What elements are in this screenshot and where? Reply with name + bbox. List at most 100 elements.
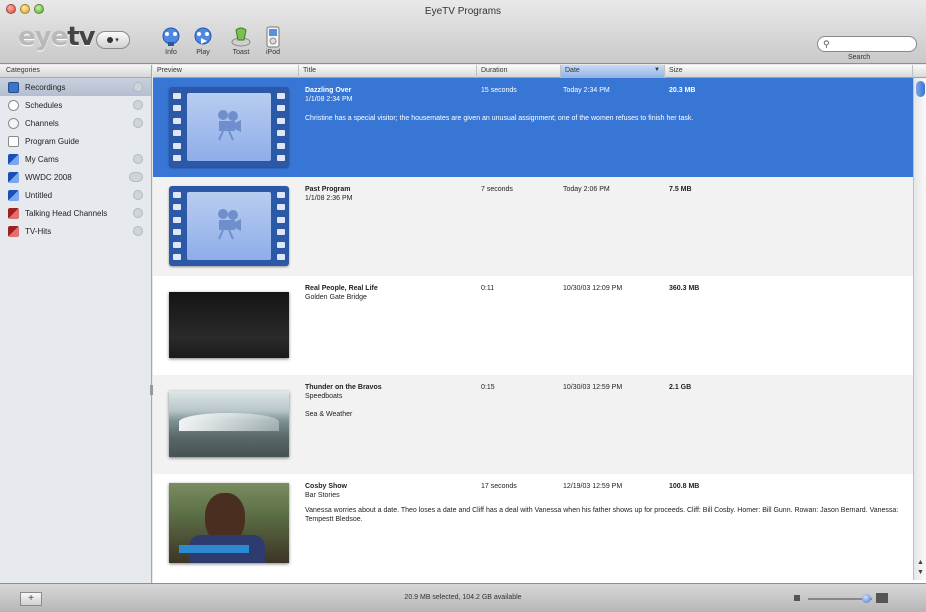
recording-size: 7.5 MB [669, 186, 692, 193]
recording-title: Cosby Show [305, 483, 348, 490]
vertical-scrollbar[interactable]: ▲ ▼ [913, 78, 926, 580]
sidebar-item-schedules[interactable]: Schedules [0, 96, 151, 114]
movie-camera-icon [218, 110, 241, 141]
recording-duration: 15 seconds [481, 87, 517, 94]
eyetv-logo: eyetv [18, 22, 96, 52]
recording-title: Dazzling Over [305, 87, 352, 94]
column-header-date[interactable]: Date ▼ [561, 65, 665, 78]
count-badge [133, 208, 143, 218]
count-badge [133, 118, 143, 128]
sidebar-item-talking-head-channels[interactable]: Talking Head Channels [0, 204, 151, 222]
recording-thumbnail [169, 391, 289, 457]
recording-description: Christine has a special visitor; the hou… [305, 115, 694, 122]
movie-camera-icon [218, 209, 241, 240]
small-thumbnail-icon [794, 595, 800, 601]
count-badge [133, 190, 143, 200]
info-icon [162, 27, 180, 46]
recording-size: 360.3 MB [669, 285, 700, 292]
column-header-duration[interactable]: Duration [477, 65, 561, 78]
playlist-icon [8, 153, 19, 165]
ipod-icon [266, 26, 280, 48]
count-badge [133, 82, 143, 92]
search-label: Search [848, 54, 871, 61]
list-header: Preview Title Duration Date ▼ Size [153, 65, 926, 78]
sidebar-item-tv-hits[interactable]: TV-Hits [0, 222, 151, 240]
count-badge [133, 154, 143, 164]
sidebar-header: Categories [0, 65, 151, 78]
recording-date: 10/30/03 12:09 PM [563, 285, 623, 292]
recording-date: 12/19/03 12:59 PM [563, 483, 623, 490]
window-title: EyeTV Programs [424, 6, 502, 17]
recording-duration: 17 seconds [481, 483, 517, 490]
search-field[interactable]: ⚲ [817, 36, 917, 52]
info-button[interactable]: Info [156, 26, 186, 56]
recording-duration: 0:11 [481, 285, 495, 292]
recording-row[interactable]: Thunder on the Bravos Speedboats Sea & W… [153, 375, 913, 474]
recording-date: 10/30/03 12:59 PM [563, 384, 623, 391]
count-badge [129, 172, 143, 182]
column-header-preview[interactable]: Preview [153, 65, 299, 78]
sidebar: Categories Recordings Schedules Channels… [0, 65, 153, 583]
play-icon [194, 27, 212, 45]
sort-descending-icon: ▼ [654, 67, 660, 73]
column-header-size[interactable]: Size [665, 65, 913, 78]
recording-subtitle: Speedboats [305, 393, 343, 400]
column-header-title[interactable]: Title [299, 65, 477, 78]
scroll-arrows-icon[interactable]: ▲ ▼ [915, 558, 926, 578]
recording-thumbnail [169, 186, 289, 266]
recording-date: Today 2:34 PM [563, 87, 610, 94]
recording-subtitle: Bar Stories [305, 492, 340, 499]
thumbnail-size-slider[interactable] [794, 593, 904, 604]
recording-subtitle: 1/1/08 2:36 PM [305, 195, 353, 202]
sidebar-item-wwdc-2008[interactable]: WWDC 2008 [0, 168, 151, 186]
recording-duration: 0:15 [481, 384, 495, 391]
remote-button[interactable]: ▾ [96, 31, 130, 49]
large-thumbnail-icon [876, 593, 888, 603]
playlist-icon [8, 171, 19, 183]
recording-size: 2.1 GB [669, 384, 692, 391]
recording-size: 20.3 MB [669, 87, 696, 94]
recording-row[interactable]: Dazzling Over 1/1/08 2:34 PM 15 seconds … [153, 78, 913, 177]
smart-playlist-icon [8, 207, 19, 219]
sidebar-item-program-guide[interactable]: Program Guide [0, 132, 151, 150]
toast-button[interactable]: Toast [226, 26, 256, 56]
sidebar-item-recordings[interactable]: Recordings [0, 78, 151, 96]
schedules-icon [8, 99, 19, 111]
scrollbar-thumb[interactable] [916, 81, 925, 97]
sidebar-item-untitled[interactable]: Untitled [0, 186, 151, 204]
recordings-icon [8, 81, 19, 93]
sidebar-item-channels[interactable]: Channels [0, 114, 151, 132]
smart-playlist-icon [8, 225, 19, 237]
slider-knob[interactable] [862, 594, 871, 603]
toast-icon [231, 27, 251, 47]
recordings-list: Preview Title Duration Date ▼ Size Dazzl… [153, 65, 926, 583]
recording-size: 100.8 MB [669, 483, 700, 490]
recording-category: Sea & Weather [305, 411, 353, 418]
recording-duration: 7 seconds [481, 186, 513, 193]
channels-icon [8, 117, 19, 129]
recording-thumbnail [169, 87, 289, 167]
count-badge [133, 226, 143, 236]
sidebar-item-my-cams[interactable]: My Cams [0, 150, 151, 168]
recording-row[interactable]: Real People, Real Life Golden Gate Bridg… [153, 276, 913, 375]
status-bar: + 20.9 MB selected, 104.2 GB available [0, 583, 926, 612]
recording-row[interactable]: Past Program 1/1/08 2:36 PM 7 seconds To… [153, 177, 913, 276]
recording-date: Today 2:06 PM [563, 186, 610, 193]
recording-title: Thunder on the Bravos [305, 384, 382, 391]
play-button[interactable]: Play [188, 26, 218, 56]
program-guide-icon [8, 135, 19, 147]
record-dot-icon [107, 37, 114, 43]
recording-subtitle: 1/1/08 2:34 PM [305, 96, 353, 103]
chevron-down-icon: ▾ [115, 37, 119, 44]
window-toolbar: EyeTV Programs eyetv ▾ Info Play Toast i… [0, 0, 926, 64]
search-icon: ⚲ [823, 39, 830, 49]
ipod-button[interactable]: iPod [258, 26, 288, 56]
count-badge [133, 100, 143, 110]
recording-title: Real People, Real Life [305, 285, 378, 292]
recording-thumbnail [169, 483, 289, 563]
playlist-icon [8, 189, 19, 201]
recording-row[interactable]: Cosby Show Bar Stories 17 seconds 12/19/… [153, 474, 913, 573]
storage-status: 20.9 MB selected, 104.2 GB available [404, 594, 522, 601]
recording-subtitle: Golden Gate Bridge [305, 294, 367, 301]
recording-thumbnail [169, 292, 289, 358]
